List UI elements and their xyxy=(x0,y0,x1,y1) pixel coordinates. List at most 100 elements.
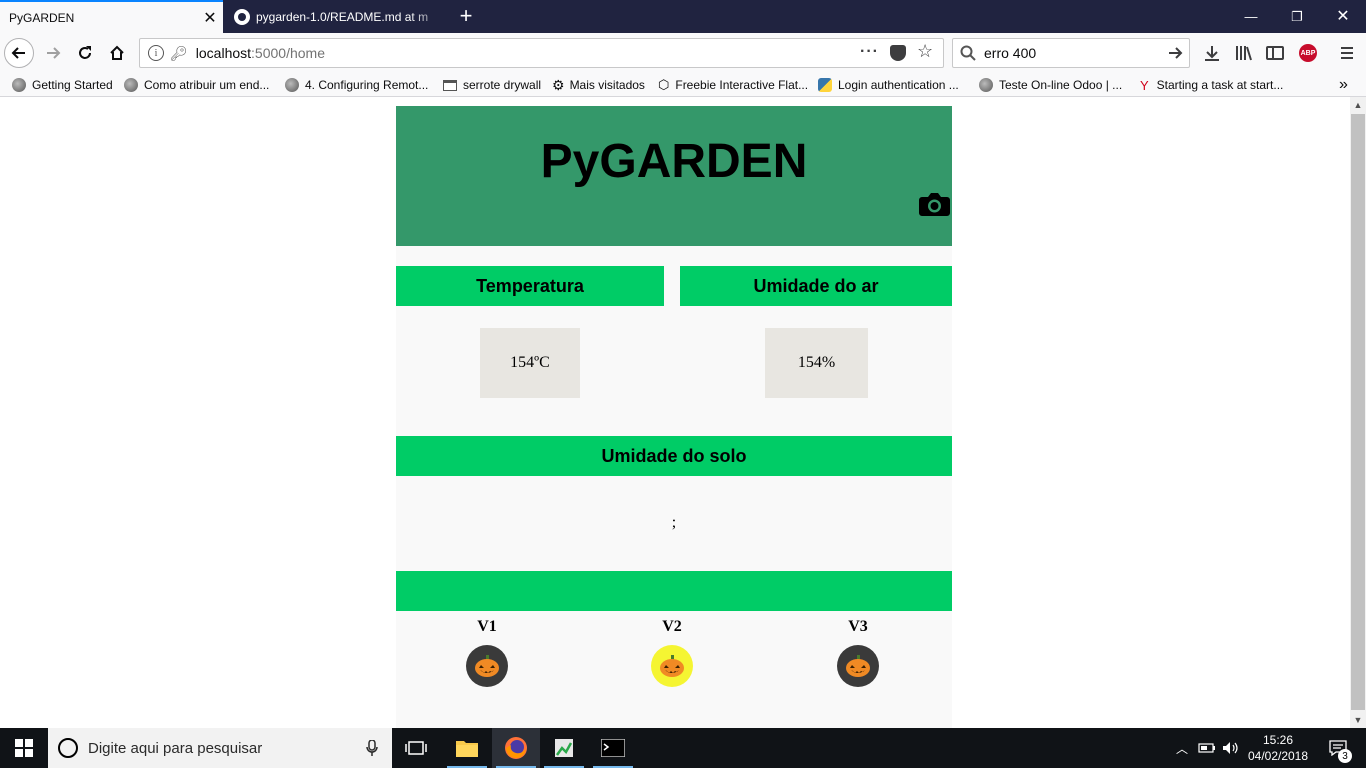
clock-date: 04/02/2018 xyxy=(1247,749,1309,763)
bookmark-freebie[interactable]: ⬡ Freebie Interactive Flat... xyxy=(658,76,808,94)
firefox-icon xyxy=(505,737,527,759)
forward-arrow-icon xyxy=(47,47,61,59)
bookmark-teste-odoo[interactable]: Teste On-line Odoo | ... xyxy=(979,76,1122,94)
bookmark-label: Starting a task at start... xyxy=(1156,78,1284,92)
bookmark-label: Mais visitados xyxy=(569,78,645,92)
bookmark-login-authentication[interactable]: Login authentication ... xyxy=(818,76,959,94)
download-icon xyxy=(1205,46,1219,61)
clock[interactable]: 15:26 04/02/2018 xyxy=(1244,728,1312,768)
bookmarks-toolbar: Getting Started Como atribuir um end... … xyxy=(0,73,1366,97)
bookmark-label: Login authentication ... xyxy=(838,78,959,92)
page-actions-icon[interactable]: ··· xyxy=(860,43,879,61)
file-explorer-button[interactable] xyxy=(443,728,491,768)
bookmark-como-atribuir[interactable]: Como atribuir um end... xyxy=(124,76,269,94)
search-bar[interactable]: erro 400 xyxy=(952,38,1190,68)
microphone-icon xyxy=(366,740,378,756)
valve-v1-label: V1 xyxy=(477,618,497,635)
pumpkin-icon xyxy=(846,655,870,677)
minimize-button[interactable]: — xyxy=(1228,0,1274,33)
library-button[interactable] xyxy=(1233,42,1255,64)
gear-icon: ⚙ xyxy=(552,76,565,93)
cortana-icon xyxy=(58,738,78,758)
hamburger-icon xyxy=(1341,47,1353,59)
folder-icon xyxy=(456,741,478,757)
valve-v3-label: V3 xyxy=(848,618,868,635)
windows-taskbar: Digite aqui para pesquisar ︿ 15:26 04/02… xyxy=(0,728,1366,768)
sidebar-icon xyxy=(1266,46,1284,60)
info-icon[interactable]: i xyxy=(148,45,164,61)
bookmark-starting-task[interactable]: Y Starting a task at start... xyxy=(1140,76,1283,94)
bookmark-mais-visitados[interactable]: ⚙ Mais visitados xyxy=(552,76,645,94)
valve-v1-button[interactable] xyxy=(466,645,508,687)
pumpkin-icon xyxy=(660,655,684,677)
pocket-icon[interactable] xyxy=(890,45,906,61)
camera-icon[interactable] xyxy=(919,192,950,216)
forward-button[interactable] xyxy=(38,38,68,68)
tab-pygarden[interactable]: PyGARDEN ✕ xyxy=(0,0,223,33)
valve-v2-label: V2 xyxy=(662,618,682,635)
tab-readme[interactable]: pygarden-1.0/README.md at m xyxy=(224,0,450,33)
url-text: localhost:5000/home xyxy=(196,45,325,61)
valve-v3-button[interactable] xyxy=(837,645,879,687)
dashboard: PyGARDEN Temperatura Umidade do ar 154ºC… xyxy=(396,106,952,728)
start-button[interactable] xyxy=(0,728,48,768)
windows-logo-icon xyxy=(15,739,33,757)
globe-icon xyxy=(979,78,993,92)
bookmark-configuring-remote[interactable]: 4. Configuring Remot... xyxy=(285,76,428,94)
bookmark-label: Como atribuir um end... xyxy=(144,78,270,92)
valves-heading xyxy=(396,571,952,611)
bookmark-star-icon[interactable]: ☆ xyxy=(917,41,933,62)
back-arrow-icon xyxy=(11,47,25,59)
close-tab-icon[interactable]: ✕ xyxy=(197,8,223,28)
downloads-button[interactable] xyxy=(1201,42,1223,64)
new-tab-button[interactable]: + xyxy=(452,0,480,33)
air-humidity-heading: Umidade do ar xyxy=(680,266,952,306)
adblock-button[interactable]: ABP xyxy=(1297,42,1319,64)
task-view-button[interactable] xyxy=(392,728,440,768)
navigation-toolbar: i 🔑︎ localhost:5000/home ··· ☆ erro 400 … xyxy=(0,33,1366,73)
globe-icon xyxy=(285,78,299,92)
url-path: :5000/home xyxy=(251,45,325,61)
temperature-value: 154ºC xyxy=(480,328,580,398)
taskbar-search-placeholder: Digite aqui para pesquisar xyxy=(88,739,263,757)
app-button[interactable] xyxy=(540,728,588,768)
menu-button[interactable] xyxy=(1336,42,1358,64)
firefox-button[interactable] xyxy=(492,728,540,768)
home-icon xyxy=(110,45,124,60)
bookmarks-overflow-icon[interactable]: » xyxy=(1339,76,1348,94)
action-center-button[interactable]: 3 xyxy=(1318,728,1358,768)
air-humidity-value: 154% xyxy=(765,328,868,398)
notification-count-badge: 3 xyxy=(1338,749,1352,763)
page-scrollbar[interactable]: ▲ ▼ xyxy=(1350,97,1366,728)
restore-button[interactable]: ❐ xyxy=(1274,0,1320,33)
volume-icon[interactable] xyxy=(1220,728,1242,768)
valve-v2-button[interactable] xyxy=(651,645,693,687)
home-button[interactable] xyxy=(102,38,132,68)
back-button[interactable] xyxy=(4,38,34,68)
reload-button[interactable] xyxy=(70,38,100,68)
python-icon xyxy=(818,78,832,92)
bookmark-label: 4. Configuring Remot... xyxy=(305,78,429,92)
globe-icon xyxy=(12,78,26,92)
close-window-button[interactable]: ✕ xyxy=(1320,0,1366,33)
scroll-thumb[interactable] xyxy=(1351,114,1365,710)
pumpkin-icon xyxy=(475,655,499,677)
bookmark-label: serrote drywall xyxy=(463,78,542,92)
search-input[interactable]: erro 400 xyxy=(984,45,1036,61)
tray-overflow-icon[interactable]: ︿ xyxy=(1172,728,1192,768)
adblock-icon: ABP xyxy=(1299,44,1317,62)
tab-bar: PyGARDEN ✕ pygarden-1.0/README.md at m +… xyxy=(0,0,1366,33)
bookmark-label: Getting Started xyxy=(32,78,113,92)
page-header: PyGARDEN xyxy=(396,106,952,246)
url-bar[interactable]: i 🔑︎ localhost:5000/home ··· ☆ xyxy=(139,38,944,68)
battery-icon[interactable] xyxy=(1196,728,1218,768)
terminal-button[interactable] xyxy=(589,728,637,768)
bookmark-label: Freebie Interactive Flat... xyxy=(675,78,809,92)
bookmark-getting-started[interactable]: Getting Started xyxy=(12,76,113,94)
bookmark-serrote-drywall[interactable]: serrote drywall xyxy=(443,76,541,94)
scroll-down-icon[interactable]: ▼ xyxy=(1350,712,1366,728)
taskbar-search[interactable]: Digite aqui para pesquisar xyxy=(48,728,392,768)
clock-time: 15:26 xyxy=(1262,733,1294,747)
scroll-up-icon[interactable]: ▲ xyxy=(1350,97,1366,113)
sidebar-button[interactable] xyxy=(1264,42,1286,64)
